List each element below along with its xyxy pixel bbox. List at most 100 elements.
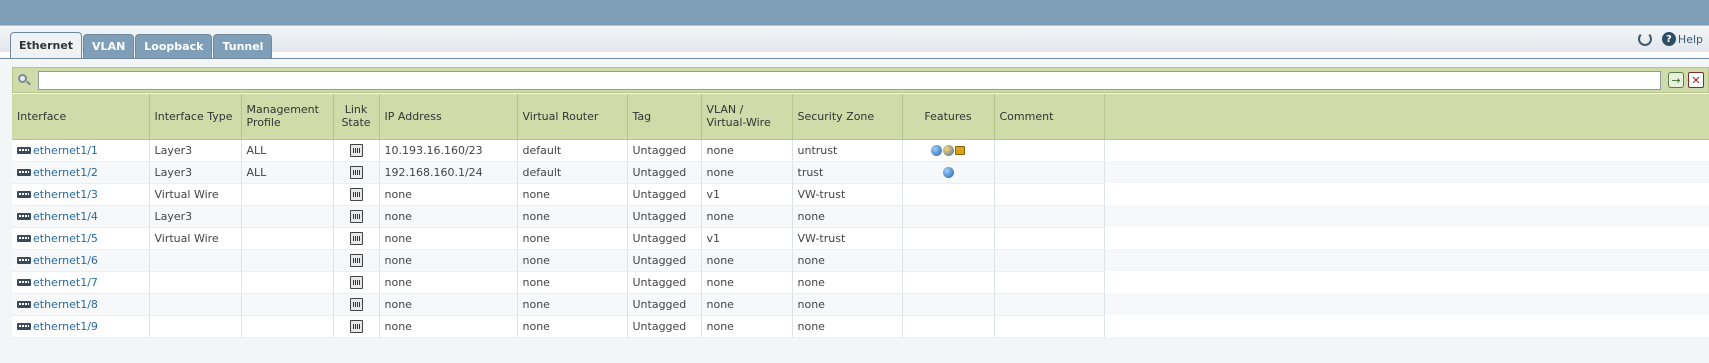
table-row[interactable]: ethernet1/5 Virtual Wire none none Untagged v…: [12, 227, 1709, 250]
cell-security-zone: none: [792, 249, 903, 272]
cell-virtual-router: default: [517, 161, 628, 184]
table-row[interactable]: ethernet1/7 none none Untagged none none: [12, 271, 1709, 294]
apply-filter-button[interactable]: →: [1668, 72, 1684, 88]
cell-virtual-router: none: [517, 205, 628, 228]
cell-features: [902, 227, 995, 250]
cell-interface[interactable]: ethernet1/9: [12, 315, 150, 338]
tab-vlan[interactable]: VLAN: [83, 34, 135, 58]
table-header-row: Interface Interface Type Management Profi…: [12, 94, 1709, 140]
top-banner: [0, 0, 1709, 25]
cell-security-zone: untrust: [792, 139, 903, 162]
link-state-icon: [349, 297, 363, 311]
cell-interface-type: Layer3: [149, 139, 242, 162]
ethernet-port-icon: [17, 278, 31, 286]
cell-virtual-router: default: [517, 139, 628, 162]
cell-link-state: [333, 293, 380, 316]
refresh-icon[interactable]: [1637, 32, 1652, 46]
col-link-state[interactable]: Link State: [333, 94, 380, 140]
cell-vlan-virtual-wire: none: [701, 249, 793, 272]
table-row[interactable]: ethernet1/2 Layer3 ALL 192.168.160.1/24 defa…: [12, 161, 1709, 184]
cell-security-zone: VW-trust: [792, 227, 903, 250]
help-button[interactable]: ? Help: [1661, 32, 1703, 46]
clear-filter-button[interactable]: ✕: [1688, 72, 1704, 88]
cell-link-state: [333, 183, 380, 206]
cell-virtual-router: none: [517, 227, 628, 250]
filter-bar: → ✕: [12, 67, 1709, 93]
cell-interface-type: [149, 315, 242, 338]
interface-link[interactable]: ethernet1/6: [17, 254, 98, 267]
cell-management-profile: [241, 293, 334, 316]
ethernet-port-icon: [17, 300, 31, 308]
cell-interface[interactable]: ethernet1/8: [12, 293, 150, 316]
mgmt-profile-icon[interactable]: [931, 145, 942, 156]
col-tag[interactable]: Tag: [627, 94, 702, 140]
cell-tag: Untagged: [627, 183, 702, 206]
cell-link-state: [333, 227, 380, 250]
cell-interface[interactable]: ethernet1/3: [12, 183, 150, 206]
lldp-icon[interactable]: [955, 146, 965, 155]
table-row[interactable]: ethernet1/4 Layer3 none none Untagged none non…: [12, 205, 1709, 228]
cell-vlan-virtual-wire: v1: [701, 183, 793, 206]
col-management-profile[interactable]: Management Profile: [241, 94, 334, 140]
table-row[interactable]: ethernet1/3 Virtual Wire none none Untagged v…: [12, 183, 1709, 206]
ethernet-port-icon: [17, 256, 31, 264]
col-vlan-virtual-wire[interactable]: VLAN / Virtual-Wire: [701, 94, 793, 140]
tab-loopback[interactable]: Loopback: [135, 34, 213, 58]
table-row[interactable]: ethernet1/1 Layer3 ALL 10.193.16.160/23 defa…: [12, 139, 1709, 162]
cell-features: [902, 139, 995, 162]
cell-ip-address: none: [379, 249, 518, 272]
interface-link[interactable]: ethernet1/7: [17, 276, 98, 289]
cell-comment: [994, 293, 1105, 316]
filter-input[interactable]: [38, 70, 1661, 90]
interface-link[interactable]: ethernet1/8: [17, 298, 98, 311]
row-spacer: [1104, 271, 1709, 293]
cell-comment: [994, 249, 1105, 272]
cell-link-state: [333, 161, 380, 184]
cell-link-state: [333, 249, 380, 272]
cell-interface[interactable]: ethernet1/5: [12, 227, 150, 250]
cell-interface[interactable]: ethernet1/1: [12, 139, 150, 162]
cell-virtual-router: none: [517, 249, 628, 272]
ethernet-port-icon: [17, 168, 31, 176]
col-interface[interactable]: Interface: [12, 94, 150, 140]
col-virtual-router[interactable]: Virtual Router: [517, 94, 628, 140]
cell-security-zone: none: [792, 205, 903, 228]
interface-link[interactable]: ethernet1/5: [17, 232, 98, 245]
row-spacer: [1104, 227, 1709, 249]
interface-link[interactable]: ethernet1/1: [17, 144, 98, 157]
cell-management-profile: [241, 315, 334, 338]
col-features[interactable]: Features: [902, 94, 995, 140]
mgmt-profile-icon[interactable]: [942, 167, 954, 178]
col-ip-address[interactable]: IP Address: [379, 94, 518, 140]
cell-ip-address: none: [379, 227, 518, 250]
help-icon: ?: [1661, 32, 1676, 46]
interface-link[interactable]: ethernet1/2: [17, 166, 98, 179]
table-row[interactable]: ethernet1/6 none none Untagged none none: [12, 249, 1709, 272]
dhcp-icon[interactable]: [943, 145, 954, 156]
cell-tag: Untagged: [627, 271, 702, 294]
cell-security-zone: trust: [792, 161, 903, 184]
cell-interface[interactable]: ethernet1/7: [12, 271, 150, 294]
interface-link[interactable]: ethernet1/4: [17, 210, 98, 223]
table-row[interactable]: ethernet1/9 none none Untagged none none: [12, 315, 1709, 338]
cell-vlan-virtual-wire: none: [701, 271, 793, 294]
tab-tunnel[interactable]: Tunnel: [213, 34, 273, 58]
tab-ethernet[interactable]: Ethernet: [10, 32, 83, 58]
cell-interface[interactable]: ethernet1/2: [12, 161, 150, 184]
link-state-icon: [349, 253, 363, 267]
table-row[interactable]: ethernet1/8 none none Untagged none none: [12, 293, 1709, 316]
cell-management-profile: [241, 227, 334, 250]
col-interface-type[interactable]: Interface Type: [149, 94, 242, 140]
col-comment[interactable]: Comment: [994, 94, 1105, 140]
cell-interface[interactable]: ethernet1/6: [12, 249, 150, 272]
link-state-icon: [349, 275, 363, 289]
cell-ip-address: 10.193.16.160/23: [379, 139, 518, 162]
cell-comment: [994, 183, 1105, 206]
interface-link[interactable]: ethernet1/3: [17, 188, 98, 201]
cell-interface[interactable]: ethernet1/4: [12, 205, 150, 228]
interface-link[interactable]: ethernet1/9: [17, 320, 98, 333]
cell-vlan-virtual-wire: v1: [701, 227, 793, 250]
col-security-zone[interactable]: Security Zone: [792, 94, 903, 140]
cell-link-state: [333, 205, 380, 228]
row-spacer: [1104, 161, 1709, 183]
